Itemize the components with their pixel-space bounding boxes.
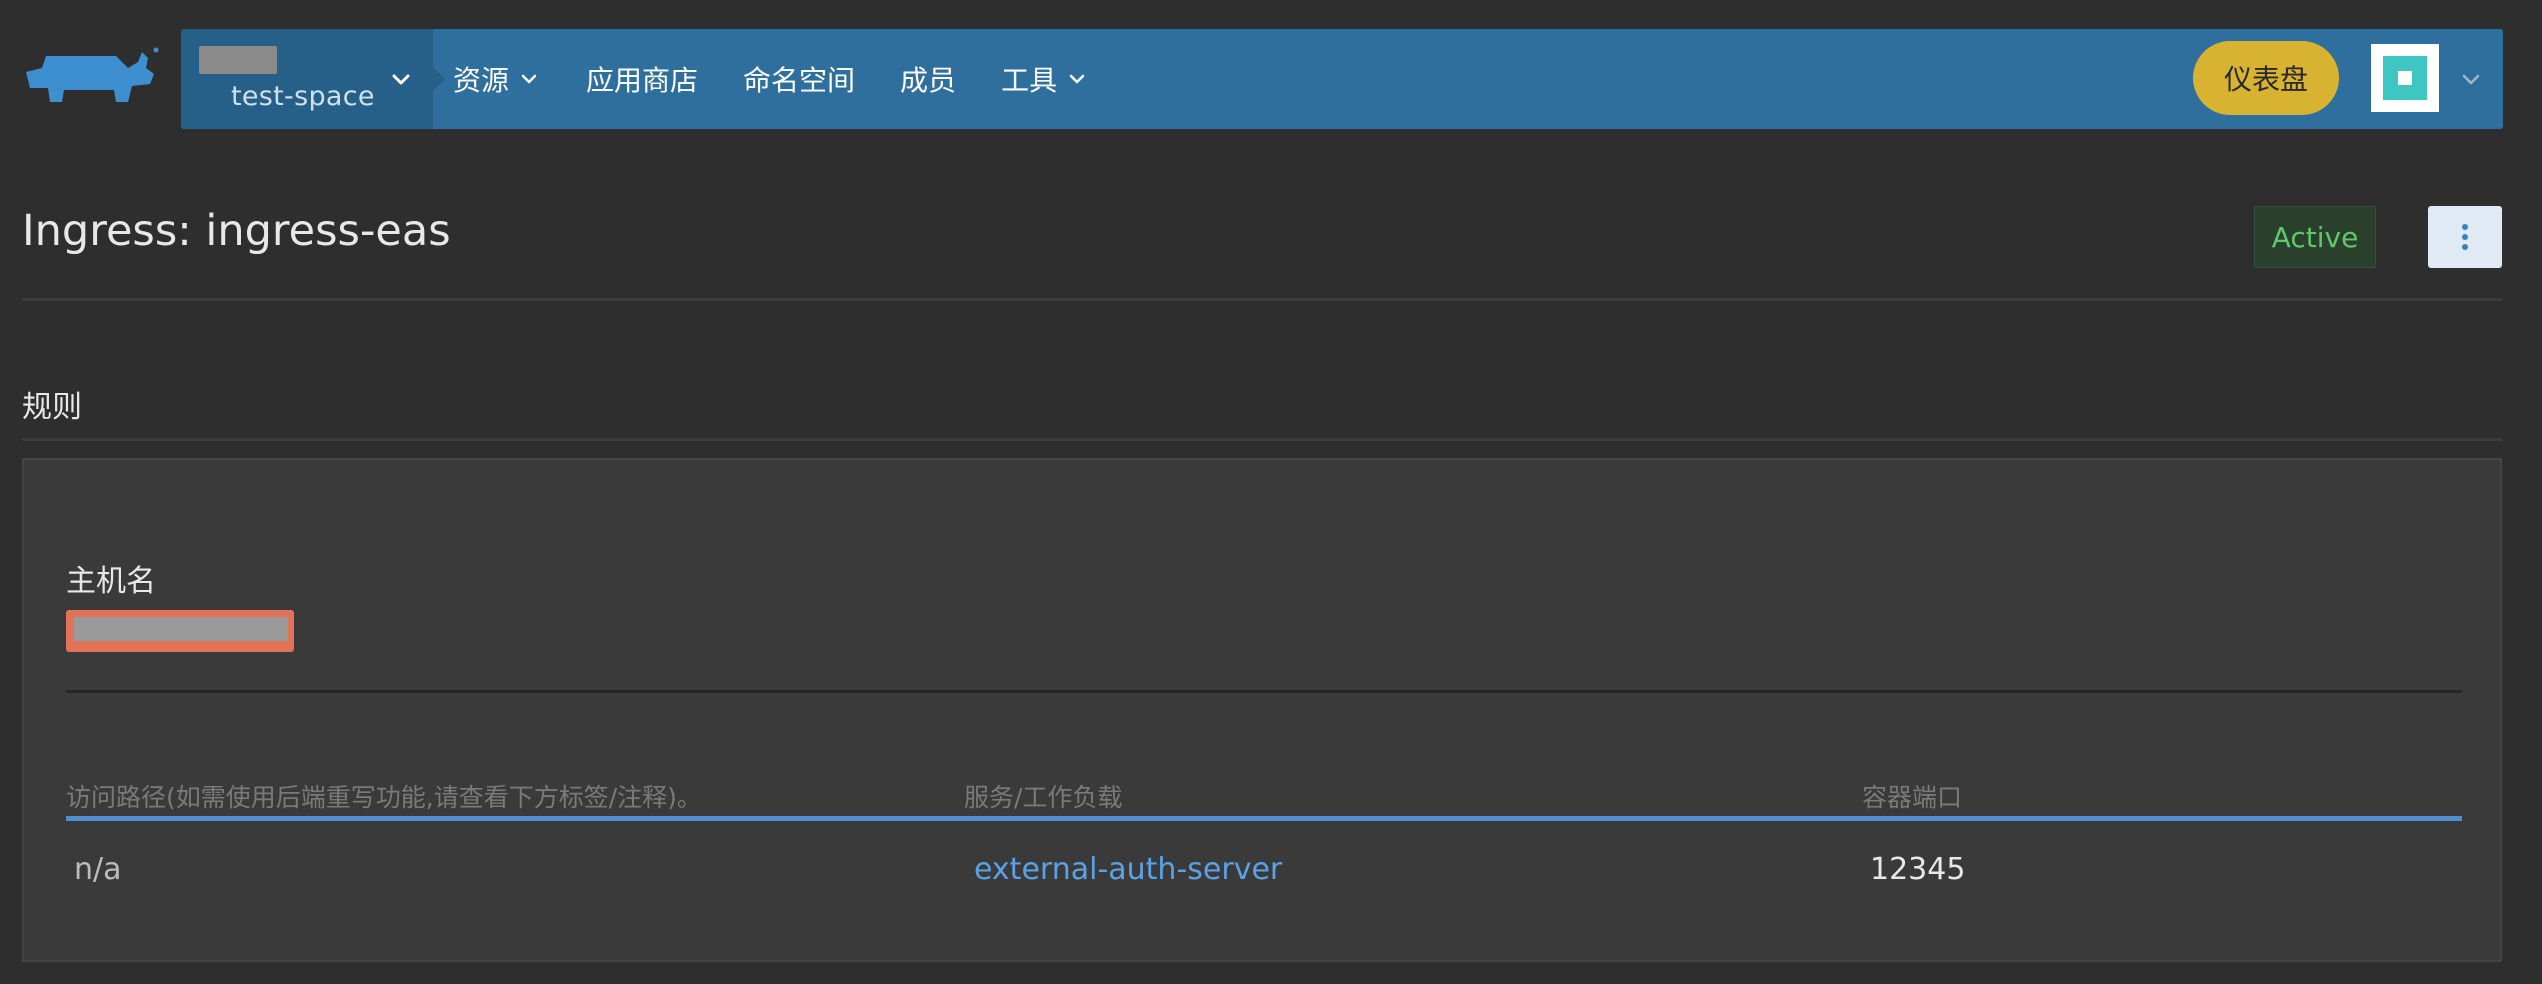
- nav-item-namespaces[interactable]: 命名空间: [743, 59, 855, 99]
- title-divider: [22, 298, 2502, 301]
- nav-item-label: 命名空间: [743, 64, 856, 97]
- section-title-rules: 规则: [22, 390, 82, 425]
- nav-item-label: 成员: [900, 64, 957, 97]
- rancher-logo[interactable]: [20, 44, 160, 114]
- card-divider: [66, 690, 2462, 693]
- nav-item-members[interactable]: 成员: [900, 59, 956, 99]
- nav-menu: 资源 应用商店 命名空间 成员 工具: [453, 29, 1134, 129]
- table-header-accent: [66, 816, 2462, 821]
- page-title: Ingress: ingress-eas: [22, 206, 451, 256]
- avatar-icon: [2383, 56, 2427, 100]
- workload-link[interactable]: external-auth-server: [974, 852, 1282, 887]
- chevron-down-icon: [521, 74, 537, 84]
- chevron-down-icon[interactable]: [2457, 65, 2485, 93]
- cluster-name-redacted: [199, 46, 277, 74]
- dashboard-button[interactable]: 仪表盘: [2193, 41, 2339, 115]
- nav-item-label: 应用商店: [586, 64, 699, 97]
- column-header-port: 容器端口: [1862, 783, 1963, 812]
- navbar: test-space 资源 应用商店 命名空间 成员 工具 仪表盘: [181, 29, 2503, 129]
- nav-item-tools[interactable]: 工具: [1001, 59, 1089, 99]
- project-switcher[interactable]: test-space: [181, 29, 445, 129]
- top-header: test-space 资源 应用商店 命名空间 成员 工具 仪表盘: [0, 0, 2542, 150]
- project-name: test-space: [231, 81, 375, 112]
- more-vertical-icon: [2462, 224, 2468, 250]
- user-avatar[interactable]: [2371, 44, 2439, 112]
- column-header-path: 访问路径(如需使用后端重写功能,请查看下方标签/注释)。: [66, 783, 702, 812]
- status-badge: Active: [2254, 206, 2376, 268]
- nav-item-app-store[interactable]: 应用商店: [586, 59, 698, 99]
- hostname-value-redacted: [66, 610, 294, 652]
- column-header-target: 服务/工作负载: [964, 783, 1123, 812]
- chevron-down-icon[interactable]: [387, 65, 415, 93]
- nav-item-label: 资源: [453, 64, 510, 97]
- cell-port: 12345: [1870, 852, 1966, 887]
- more-actions-button[interactable]: [2428, 206, 2502, 268]
- section-divider: [22, 438, 2502, 441]
- nav-item-resources[interactable]: 资源: [453, 59, 541, 99]
- hostname-label: 主机名: [66, 564, 156, 599]
- cell-path: n/a: [74, 852, 122, 887]
- rule-card: 主机名 访问路径(如需使用后端重写功能,请查看下方标签/注释)。 服务/工作负载…: [22, 458, 2502, 962]
- chevron-down-icon: [1069, 74, 1085, 84]
- nav-item-label: 工具: [1001, 64, 1058, 97]
